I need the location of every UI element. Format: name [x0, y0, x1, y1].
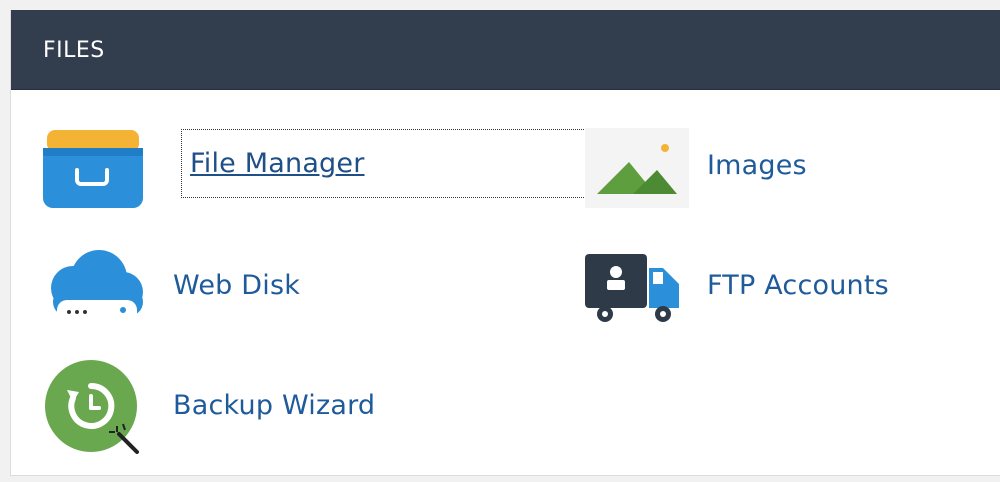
images-link[interactable]: Images [585, 128, 985, 208]
ftp-accounts-label[interactable]: FTP Accounts [707, 270, 889, 301]
panel-title: FILES [43, 38, 105, 63]
web-disk-label[interactable]: Web Disk [173, 270, 300, 301]
web-disk-icon [39, 248, 143, 328]
ftp-accounts-icon [581, 248, 685, 328]
backup-wizard-label[interactable]: Backup Wizard [173, 390, 375, 421]
file-manager-label[interactable]: File Manager [181, 129, 602, 198]
backup-wizard-link[interactable]: Backup Wizard [39, 360, 539, 456]
images-icon [585, 128, 689, 208]
files-panel: FILES File Manager Images Web Disk FTP A… [10, 10, 1000, 476]
file-manager-icon [39, 128, 143, 208]
images-label[interactable]: Images [707, 150, 807, 181]
backup-wizard-icon [39, 360, 143, 456]
ftp-accounts-link[interactable]: FTP Accounts [581, 248, 981, 328]
file-manager-link[interactable]: File Manager [39, 128, 602, 208]
panel-header: FILES [11, 10, 1000, 90]
web-disk-link[interactable]: Web Disk [39, 248, 539, 328]
